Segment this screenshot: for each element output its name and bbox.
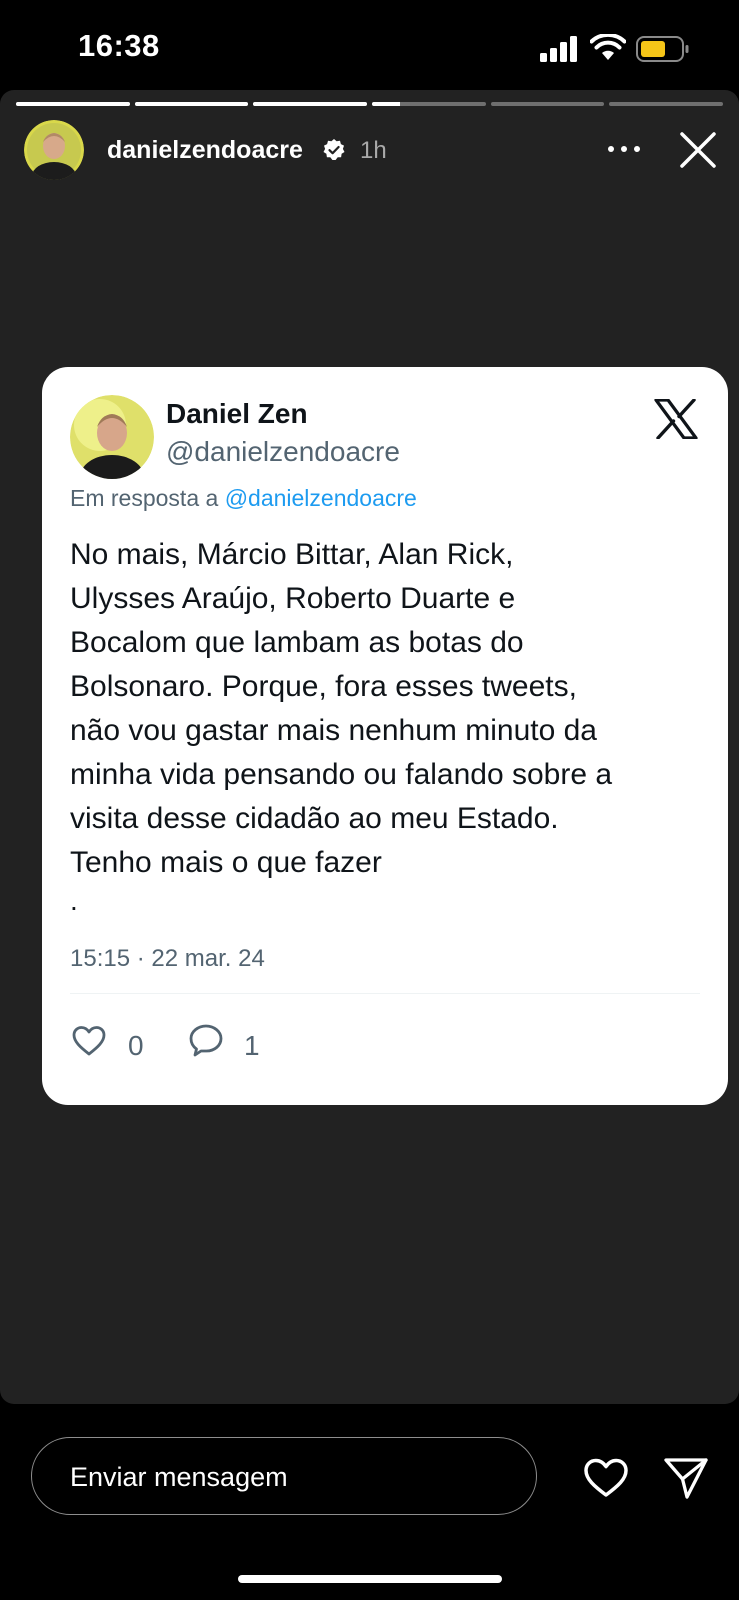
story-progress-fill bbox=[372, 102, 401, 106]
story-progress-fill bbox=[16, 102, 130, 106]
home-indicator bbox=[238, 1575, 502, 1583]
story-progress-fill bbox=[134, 102, 249, 106]
tweet-avatar bbox=[70, 395, 154, 479]
wifi-icon bbox=[590, 34, 626, 60]
status-time: 16:38 bbox=[78, 28, 160, 63]
tweet-card[interactable]: Daniel Zen @danielzendoacre Em resposta … bbox=[42, 367, 728, 1105]
story-username[interactable]: danielzendoacre bbox=[107, 136, 303, 165]
battery-icon bbox=[636, 36, 689, 62]
more-options-icon[interactable] bbox=[605, 134, 643, 164]
story-header: danielzendoacre 1h bbox=[0, 120, 739, 184]
tweet-trailing-text: . bbox=[70, 885, 78, 916]
story-time-ago: 1h bbox=[360, 137, 387, 164]
story-progress-bar bbox=[16, 102, 724, 106]
reply-bubble-icon bbox=[189, 1024, 223, 1057]
story-progress-segment bbox=[253, 102, 368, 106]
tweet-avatar-image bbox=[70, 395, 154, 479]
like-count: 0 bbox=[128, 1030, 144, 1061]
divider bbox=[70, 993, 700, 994]
story-progress-segment bbox=[134, 102, 249, 106]
story-progress-fill bbox=[253, 102, 368, 106]
like-story-heart-icon[interactable] bbox=[583, 1457, 629, 1499]
cellular-signal-icon bbox=[540, 36, 577, 62]
avatar[interactable] bbox=[24, 120, 84, 180]
story-progress-segment bbox=[16, 102, 130, 106]
reply-mention-link[interactable]: @danielzendoacre bbox=[225, 485, 417, 511]
story-progress-segment bbox=[372, 102, 486, 106]
reply-count: 1 bbox=[244, 1030, 260, 1061]
message-placeholder: Enviar mensagem bbox=[70, 1462, 288, 1492]
like-heart-icon bbox=[72, 1026, 106, 1056]
story-progress-segment bbox=[609, 102, 724, 106]
x-logo-icon bbox=[654, 399, 698, 439]
tweet-author-handle: @danielzendoacre bbox=[166, 436, 400, 467]
close-icon[interactable] bbox=[678, 130, 718, 170]
avatar-image bbox=[24, 120, 84, 180]
verified-badge-icon bbox=[323, 139, 345, 160]
tweet-text: No mais, Márcio Bittar, Alan Rick, Ulyss… bbox=[70, 538, 613, 879]
tweet-author-name: Daniel Zen bbox=[166, 398, 308, 429]
reply-prefix: Em resposta a bbox=[70, 485, 225, 511]
send-message-input[interactable]: Enviar mensagem bbox=[31, 1437, 537, 1515]
send-direct-icon[interactable] bbox=[663, 1455, 709, 1501]
reply-context: Em resposta a @danielzendoacre bbox=[70, 485, 417, 512]
story-progress-segment bbox=[490, 102, 605, 106]
status-bar: 16:38 bbox=[0, 0, 739, 90]
story-viewer[interactable]: danielzendoacre 1h Daniel Zen @danielzen… bbox=[0, 90, 739, 1404]
tweet-date: 15:15 · 22 mar. 24 bbox=[70, 945, 265, 972]
